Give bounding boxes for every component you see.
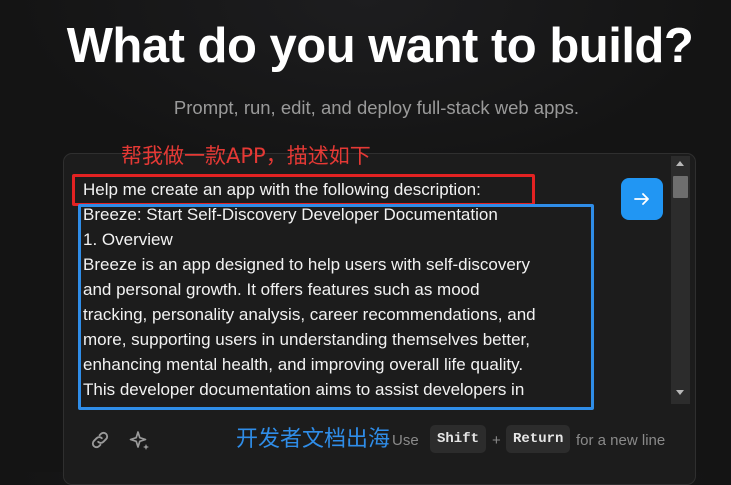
link-icon[interactable] xyxy=(89,429,111,451)
sparkles-icon[interactable] xyxy=(128,429,152,453)
hint-plus: + xyxy=(492,432,501,449)
prompt-line: Breeze is an app designed to help users … xyxy=(83,255,530,274)
prompt-line: enhancing mental health, and improving o… xyxy=(83,355,524,374)
prompt-textarea[interactable]: Help me create an app with the following… xyxy=(83,177,603,402)
prompt-line: more, supporting users in understanding … xyxy=(83,330,530,349)
arrow-right-icon xyxy=(634,193,649,205)
prompt-line: and personal growth. It offers features … xyxy=(83,280,480,299)
hint-suffix: for a new line xyxy=(576,432,666,449)
send-button[interactable] xyxy=(621,178,663,220)
prompt-line: tracking, personality analysis, career r… xyxy=(83,305,536,324)
page-title: What do you want to build? xyxy=(66,19,694,73)
page-subtitle: Prompt, run, edit, and deploy full-stack… xyxy=(173,97,580,118)
prompt-scrollbar[interactable] xyxy=(671,156,690,404)
shift-key-badge: Shift xyxy=(430,425,487,453)
annotation-label-bottom: 开发者文档出海 xyxy=(236,427,391,452)
prompt-line: 1. Overview xyxy=(83,230,173,249)
scroll-up-arrow-icon[interactable] xyxy=(676,161,684,166)
prompt-line: Help me create an app with the following… xyxy=(83,180,481,199)
prompt-line: This developer documentation aims to ass… xyxy=(83,380,525,399)
scroll-thumb[interactable] xyxy=(673,176,688,198)
prompt-line: Breeze: Start Self-Discovery Developer D… xyxy=(83,205,498,224)
scroll-down-arrow-icon[interactable] xyxy=(676,390,684,395)
return-key-badge: Return xyxy=(506,425,571,453)
hint-prefix: Use xyxy=(392,432,419,449)
annotation-label-top: 帮我做一款APP，描述如下 xyxy=(121,144,371,168)
